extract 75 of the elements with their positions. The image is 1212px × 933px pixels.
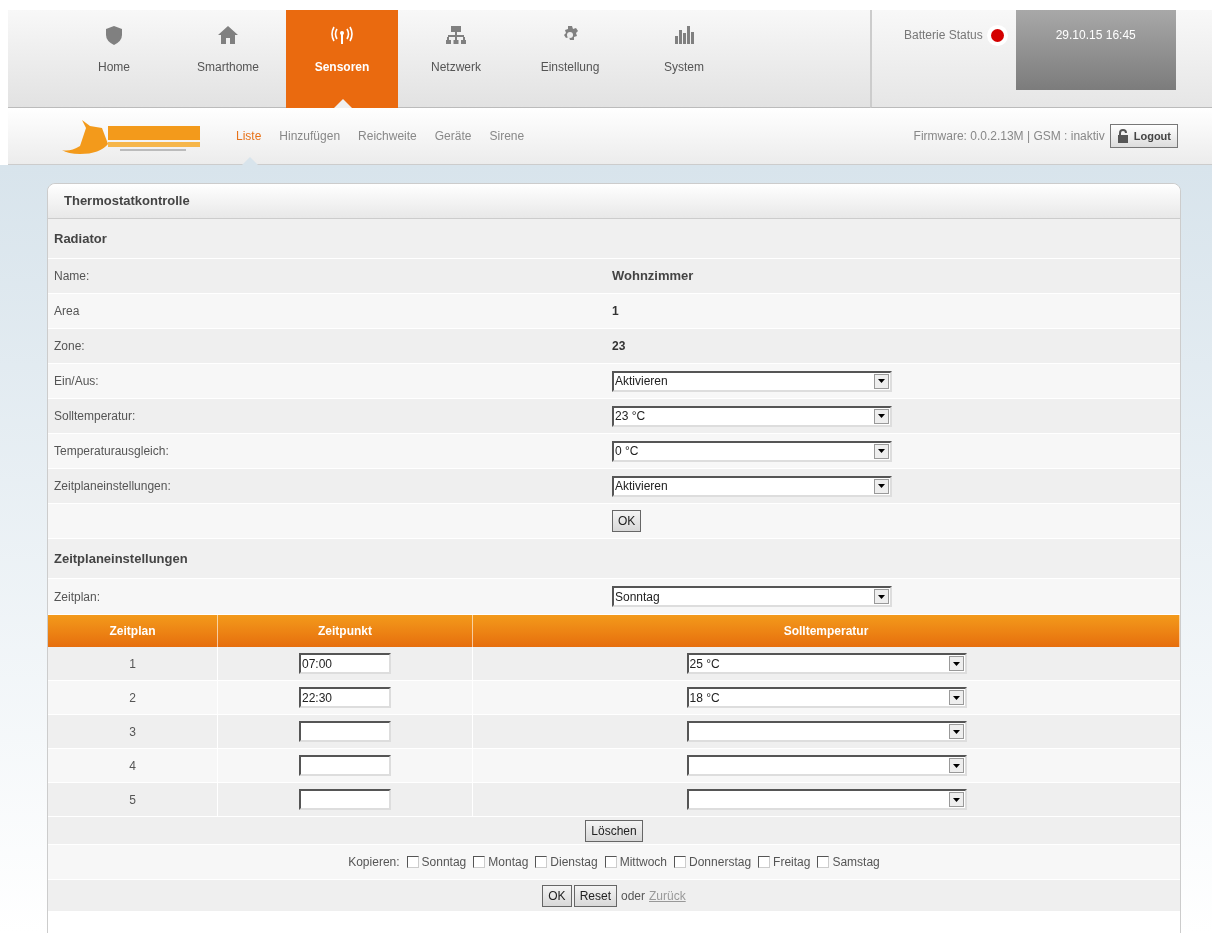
row-number: 1 xyxy=(129,655,136,673)
firmware-info: Firmware: 0.0.2.13M | GSM : inaktiv xyxy=(913,128,1105,145)
equalizer-icon xyxy=(673,24,695,46)
select-field[interactable]: 23 °C xyxy=(612,405,892,427)
select-field[interactable]: Sonntag xyxy=(612,586,892,607)
field-value: 23 xyxy=(612,338,626,355)
time-input[interactable]: 22:30 xyxy=(299,687,391,708)
nav-tab[interactable]: Smarthome xyxy=(172,10,284,108)
field-label: Solltemperatur: xyxy=(54,408,137,425)
field-label: Name: xyxy=(54,268,91,285)
caret-icon xyxy=(952,729,960,734)
section-title: Radiator xyxy=(54,229,107,248)
column-header: Zeitplan xyxy=(109,623,156,640)
logout-button[interactable]: Logout xyxy=(1109,124,1178,148)
ok-button[interactable]: OK xyxy=(612,510,642,532)
day-checkbox[interactable]: Montag xyxy=(473,853,529,871)
column-header: Zeitpunkt xyxy=(318,623,372,640)
nav-tab[interactable]: System xyxy=(628,10,740,108)
caret-icon xyxy=(952,797,960,802)
time-input[interactable] xyxy=(299,721,391,742)
row-number: 2 xyxy=(129,689,136,707)
nav-tab[interactable]: Home xyxy=(58,10,170,108)
antenna-icon xyxy=(331,24,353,46)
select-field[interactable]: Aktivieren xyxy=(612,475,892,497)
caret-icon xyxy=(952,661,960,666)
row-number: 4 xyxy=(129,757,136,775)
delete-button[interactable]: Löschen xyxy=(585,819,643,842)
select-field[interactable]: 18 °C xyxy=(686,687,967,708)
day-checkbox[interactable]: Donnerstag xyxy=(674,853,752,871)
field-label: Zeitplaneinstellungen: xyxy=(54,478,172,495)
day-checkbox[interactable]: Freitag xyxy=(758,853,811,871)
nav-tab[interactable]: Netzwerk xyxy=(400,10,512,108)
row-number: 5 xyxy=(129,791,136,809)
field-label: Area xyxy=(54,303,81,320)
field-label: Temperaturausgleich: xyxy=(54,443,170,460)
select-field[interactable] xyxy=(686,721,967,742)
network-icon xyxy=(445,24,467,46)
time-input[interactable] xyxy=(299,755,391,776)
caret-icon xyxy=(952,763,960,768)
day-checkbox[interactable]: Dienstag xyxy=(535,853,598,871)
caret-icon xyxy=(878,379,885,383)
reset-button[interactable]: Reset xyxy=(573,884,617,907)
day-checkbox[interactable]: Mittwoch xyxy=(604,853,668,871)
time-input[interactable]: 07:00 xyxy=(299,653,391,674)
select-field[interactable] xyxy=(686,789,967,810)
caret-icon xyxy=(952,695,960,700)
datetime: 29.10.15 16:45 xyxy=(1055,27,1136,44)
copy-label: Kopieren: xyxy=(348,854,400,871)
day-checkbox[interactable]: Sonntag xyxy=(406,853,467,871)
select-field[interactable]: 0 °C xyxy=(612,440,892,462)
field-label: Zone: xyxy=(54,338,86,355)
lock-icon xyxy=(1116,129,1129,143)
field-value: 1 xyxy=(612,303,619,320)
field-label: Zeitplan: xyxy=(54,588,102,606)
row-number: 3 xyxy=(129,723,136,741)
select-field[interactable]: 25 °C xyxy=(686,653,967,674)
battery-status-label: Batterie Status xyxy=(904,27,983,44)
caret-icon xyxy=(878,414,885,418)
column-header: Solltemperatur xyxy=(783,623,869,640)
ok-button[interactable]: OK xyxy=(542,884,572,907)
time-input[interactable] xyxy=(299,789,391,810)
select-field[interactable]: Aktivieren xyxy=(612,370,892,392)
field-label: Ein/Aus: xyxy=(54,373,100,390)
shield-icon xyxy=(103,24,125,46)
panel-title: Thermostatkontrolle xyxy=(64,192,190,211)
nav-tab[interactable]: Einstellung xyxy=(514,10,626,108)
select-field[interactable] xyxy=(686,755,967,776)
section-title: Zeitplaneinstellungen xyxy=(54,549,188,568)
caret-icon xyxy=(878,449,885,453)
home-icon xyxy=(217,24,239,46)
caret-icon xyxy=(878,484,885,488)
or-text: oder xyxy=(621,887,645,905)
caret-icon xyxy=(878,594,885,599)
field-value: Wohnzimmer xyxy=(612,267,694,286)
day-checkbox[interactable]: Samstag xyxy=(817,853,880,871)
